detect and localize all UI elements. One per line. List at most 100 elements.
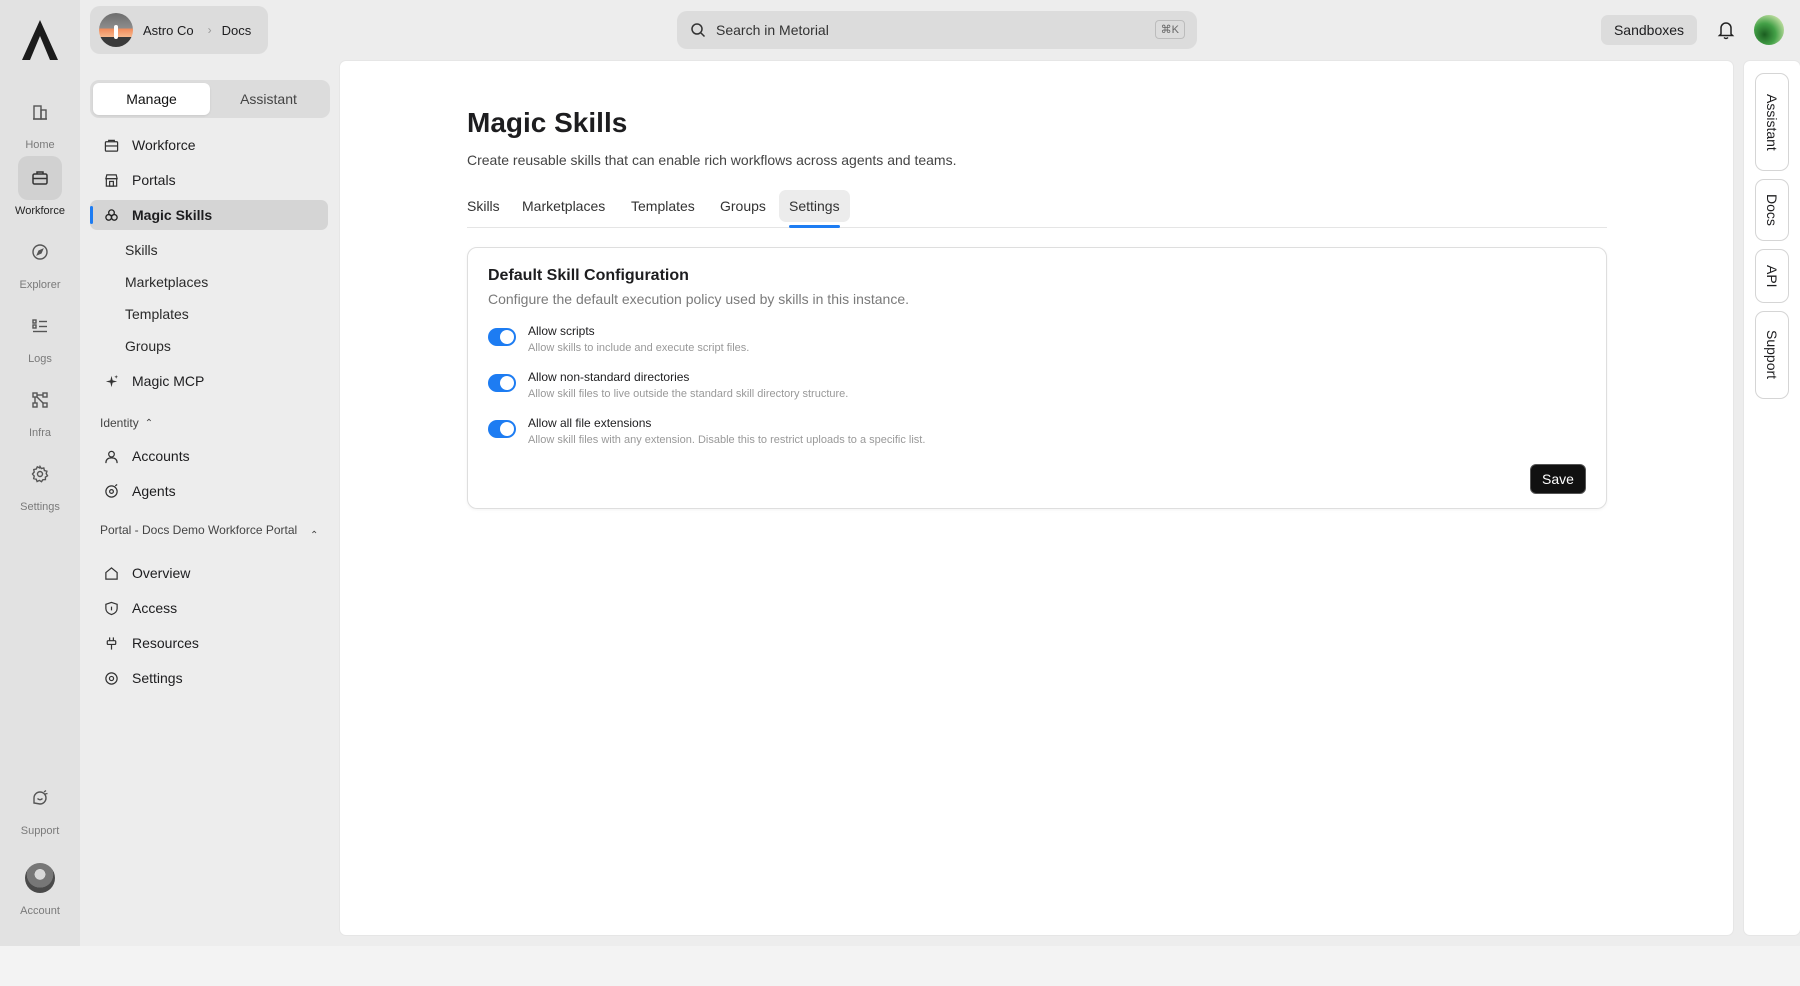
org-crumb: Docs xyxy=(221,22,252,38)
rail-label-settings: Settings xyxy=(20,501,60,513)
sidebar-item-label: Accounts xyxy=(132,448,190,464)
user-avatar[interactable] xyxy=(1754,15,1784,45)
sidebar-subitem-templates[interactable]: Templates xyxy=(125,306,189,322)
house-icon xyxy=(103,565,119,581)
option-allow-all-file-extensions: Allow all file extensions Allow skill fi… xyxy=(488,416,1488,450)
briefcase-icon xyxy=(18,156,62,200)
option-title: Allow all file extensions xyxy=(528,416,652,430)
brand-logo-icon[interactable] xyxy=(20,18,60,62)
option-description: Allow skill files with any extension. Di… xyxy=(528,434,926,446)
allow-all-file-extensions-toggle[interactable] xyxy=(488,420,516,438)
option-allow-non-standard-directories: Allow non-standard directories Allow ski… xyxy=(488,370,1488,404)
rail-item-support[interactable]: Support xyxy=(0,776,80,837)
identity-section-label: Identity xyxy=(100,416,139,430)
rail-item-home[interactable]: Home xyxy=(0,90,80,151)
sidebar-item-label: Magic MCP xyxy=(132,373,205,389)
option-title: Allow non-standard directories xyxy=(528,370,690,384)
chevron-up-icon[interactable]: ⌃ xyxy=(310,530,318,541)
store-icon xyxy=(103,172,119,188)
tab-groups[interactable]: Groups xyxy=(720,190,766,222)
skill-config-card: Default Skill Configuration Configure th… xyxy=(467,247,1607,509)
sidebar-item-access[interactable]: Access xyxy=(90,593,328,623)
rail-label-workforce: Workforce xyxy=(15,205,65,217)
sidebar-item-agents[interactable]: Agents xyxy=(90,476,328,506)
page-subtitle: Create reusable skills that can enable r… xyxy=(467,152,957,168)
rail-item-settings[interactable]: Settings xyxy=(0,452,80,513)
bottom-strip xyxy=(0,946,1800,986)
sidebar-item-workforce[interactable]: Workforce xyxy=(90,130,328,160)
option-description: Allow skill files to live outside the st… xyxy=(528,388,849,400)
search-placeholder: Search in Metorial xyxy=(716,22,829,38)
rail-item-workforce[interactable]: Workforce xyxy=(0,156,80,217)
compass-icon xyxy=(18,230,62,274)
allow-scripts-toggle[interactable] xyxy=(488,328,516,346)
user-icon xyxy=(103,448,119,464)
org-name: Astro Co xyxy=(143,22,194,38)
nodes-icon xyxy=(18,378,62,422)
sidebar-item-resources[interactable]: Resources xyxy=(90,628,328,658)
sidebar-subitem-groups[interactable]: Groups xyxy=(125,338,171,354)
right-tab-label: Docs xyxy=(1764,194,1780,226)
sidebar-item-overview[interactable]: Overview xyxy=(90,558,328,588)
home-icon xyxy=(18,90,62,134)
bell-icon[interactable] xyxy=(1716,19,1736,41)
tab-skills[interactable]: Skills xyxy=(467,190,500,222)
manage-tab[interactable]: Manage xyxy=(93,83,210,115)
sidebar-item-portals[interactable]: Portals xyxy=(90,165,328,195)
sidebar-item-label: Access xyxy=(132,600,178,616)
mode-switcher: Manage Assistant xyxy=(90,80,330,118)
org-switcher[interactable]: Astro Co › Docs xyxy=(90,6,268,54)
sidebar-item-label: Agents xyxy=(132,483,176,499)
org-avatar xyxy=(99,13,133,47)
tab-settings[interactable]: Settings xyxy=(779,190,850,228)
sidebar-item-label: Portals xyxy=(132,172,176,188)
shield-icon xyxy=(103,600,119,616)
card-subtitle: Configure the default execution policy u… xyxy=(488,291,910,307)
search-icon xyxy=(691,23,706,38)
magic-skills-icon xyxy=(103,207,119,223)
sidebar-subitem-marketplaces[interactable]: Marketplaces xyxy=(125,274,208,290)
right-tab-docs[interactable]: Docs xyxy=(1755,179,1789,241)
tab-marketplaces[interactable]: Marketplaces xyxy=(522,190,605,222)
sidebar-item-portal-settings[interactable]: Settings xyxy=(90,663,328,693)
right-tab-api[interactable]: API xyxy=(1755,249,1789,303)
rail-item-account[interactable]: Account xyxy=(0,863,80,917)
chevron-right-icon: › xyxy=(207,23,212,37)
sidebar-item-label: Workforce xyxy=(132,137,196,153)
right-tab-support[interactable]: Support xyxy=(1755,311,1789,399)
rail-label-logs: Logs xyxy=(28,353,52,365)
option-allow-scripts: Allow scripts Allow skills to include an… xyxy=(488,324,1488,358)
tab-templates[interactable]: Templates xyxy=(631,190,695,222)
sidebar-item-label: Settings xyxy=(132,670,183,686)
rail-label-home: Home xyxy=(25,139,55,151)
rail-label-explorer: Explorer xyxy=(19,279,61,291)
card-title: Default Skill Configuration xyxy=(488,267,689,284)
sidebar-item-magic-skills[interactable]: Magic Skills xyxy=(90,200,328,230)
portal-section-label[interactable]: Portal - Docs Demo Workforce Portal xyxy=(100,524,315,536)
chevron-up-icon: ⌃ xyxy=(144,417,154,429)
right-rail: Assistant Docs API Support xyxy=(1744,61,1800,935)
allow-non-standard-directories-toggle[interactable] xyxy=(488,374,516,392)
save-button[interactable]: Save xyxy=(1530,464,1586,494)
rail-item-explorer[interactable]: Explorer xyxy=(0,230,80,291)
sandboxes-button[interactable]: Sandboxes xyxy=(1601,15,1697,45)
right-tab-assistant[interactable]: Assistant xyxy=(1755,73,1789,171)
rail-item-logs[interactable]: Logs xyxy=(0,304,80,365)
sidebar-item-magic-mcp[interactable]: Magic MCP xyxy=(90,366,328,396)
main-panel: Magic Skills Create reusable skills that… xyxy=(340,61,1733,935)
sidebar-item-label: Resources xyxy=(132,635,199,651)
search-input[interactable]: Search in Metorial ⌘K xyxy=(677,11,1197,49)
page-title: Magic Skills xyxy=(467,107,628,138)
sidebar: Astro Co › Docs Manage Assistant Workfor… xyxy=(80,0,340,946)
agent-icon xyxy=(103,483,119,499)
option-title: Allow scripts xyxy=(528,324,595,338)
assistant-tab[interactable]: Assistant xyxy=(210,83,327,115)
sidebar-subitem-skills[interactable]: Skills xyxy=(125,242,158,258)
rail-label-infra: Infra xyxy=(28,427,51,439)
shortcut-badge: ⌘K xyxy=(1154,20,1185,39)
rail-item-infra[interactable]: Infra xyxy=(0,378,80,439)
identity-section-toggle[interactable]: Identity ⌃ xyxy=(100,416,153,430)
right-tab-label: Assistant xyxy=(1764,93,1780,151)
sidebar-item-accounts[interactable]: Accounts xyxy=(90,441,328,471)
app-rail: Home Workforce Explorer Logs Infra Setti… xyxy=(0,0,80,946)
